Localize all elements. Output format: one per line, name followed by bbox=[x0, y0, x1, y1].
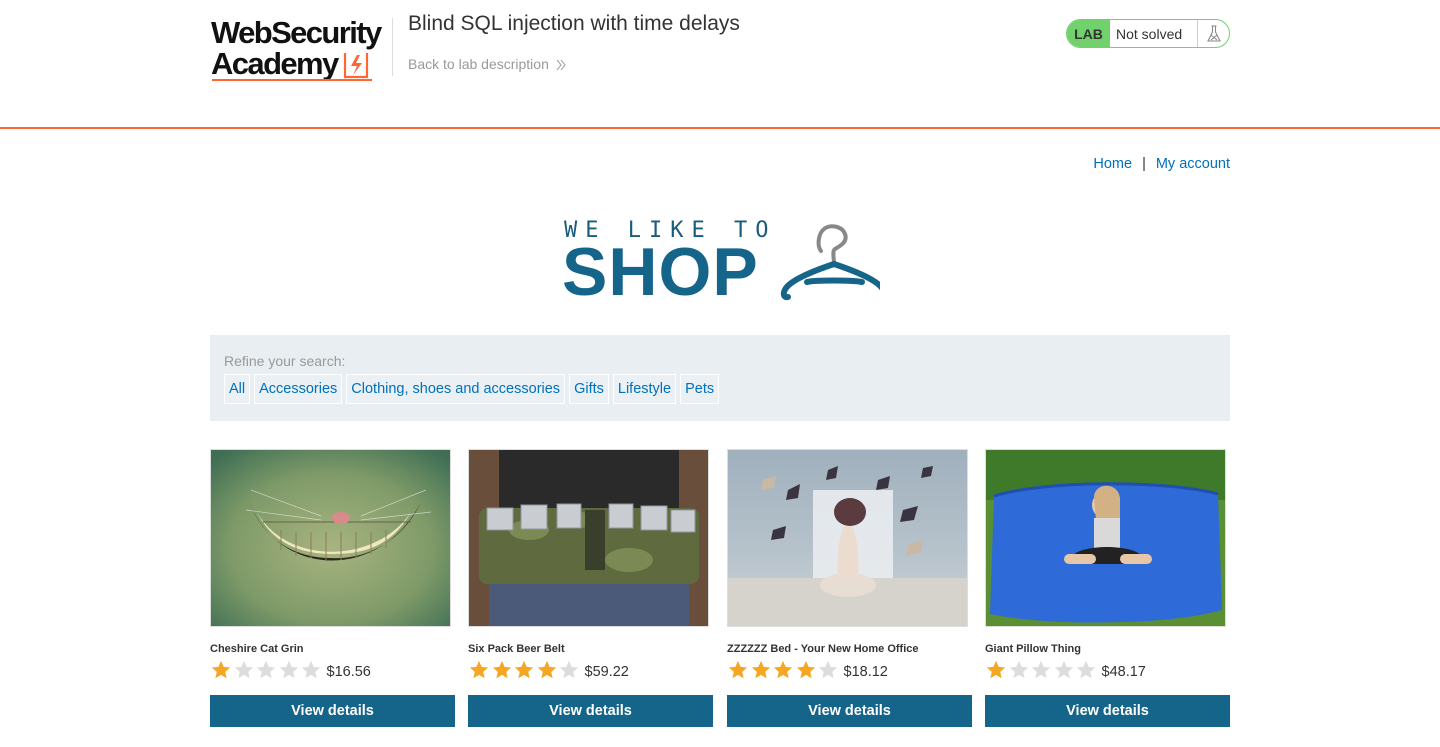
product-rating: $59.22 bbox=[468, 659, 629, 681]
product-image-giant-pillow-thing[interactable] bbox=[985, 449, 1226, 627]
logo-bolt-icon bbox=[343, 53, 369, 79]
lab-badge: LAB bbox=[1067, 20, 1110, 47]
my-account-link[interactable]: My account bbox=[1156, 156, 1230, 172]
academy-header: WebSecurity Academy Blind SQL injection … bbox=[0, 0, 1440, 129]
view-details-button[interactable]: View details bbox=[210, 695, 455, 727]
price-label: $18.12 bbox=[843, 664, 888, 680]
nav-separator: | bbox=[1142, 156, 1146, 172]
star-empty-icon bbox=[1009, 660, 1028, 679]
logo-line2: Academy bbox=[211, 46, 339, 81]
web-security-academy-logo[interactable]: WebSecurity Academy bbox=[211, 17, 391, 83]
flask-icon bbox=[1198, 20, 1229, 47]
banner-shop-word: SHOP bbox=[562, 234, 759, 310]
star-filled-icon bbox=[211, 660, 231, 679]
view-details-button[interactable]: View details bbox=[468, 695, 713, 727]
product-image-zzzzzz-bed[interactable] bbox=[727, 449, 968, 627]
top-nav: Home | My account bbox=[1093, 156, 1230, 172]
product-card: Cheshire Cat Grin $16.56 View details bbox=[210, 449, 455, 727]
product-rating: $16.56 bbox=[210, 659, 371, 681]
star-filled-icon bbox=[986, 660, 1006, 679]
lab-status-widget: LAB Not solved bbox=[1066, 19, 1230, 48]
star-empty-icon bbox=[256, 660, 276, 679]
category-clothing[interactable]: Clothing, shoes and accessories bbox=[346, 374, 566, 404]
product-card: ZZZZZZ Bed - Your New Home Office $18.12… bbox=[727, 449, 972, 727]
product-name: Giant Pillow Thing bbox=[985, 643, 1081, 655]
star-empty-icon bbox=[1054, 660, 1073, 679]
star-empty-icon bbox=[1076, 660, 1096, 679]
product-name: ZZZZZZ Bed - Your New Home Office bbox=[727, 643, 919, 655]
product-name: Six Pack Beer Belt bbox=[468, 643, 565, 655]
product-name: Cheshire Cat Grin bbox=[210, 643, 304, 655]
star-filled-icon bbox=[728, 660, 748, 679]
product-card: Six Pack Beer Belt $59.22 View details bbox=[468, 449, 713, 727]
refine-search-label: Refine your search: bbox=[224, 353, 346, 369]
shop-banner: WE LIKE TO SHOP bbox=[560, 218, 880, 310]
product-card: Giant Pillow Thing $48.17 View details bbox=[985, 449, 1230, 727]
star-filled-icon bbox=[469, 660, 489, 679]
category-all[interactable]: All bbox=[224, 374, 251, 404]
star-empty-icon bbox=[301, 660, 321, 679]
category-accessories[interactable]: Accessories bbox=[254, 374, 343, 404]
star-filled-icon bbox=[796, 660, 815, 679]
star-filled-icon bbox=[773, 660, 793, 679]
header-divider bbox=[392, 18, 393, 76]
home-link[interactable]: Home bbox=[1093, 156, 1132, 172]
logo-line1: WebSecurity bbox=[211, 15, 382, 50]
category-pets[interactable]: Pets bbox=[680, 374, 720, 404]
logo-underline bbox=[212, 79, 372, 81]
lab-state-label: Not solved bbox=[1110, 20, 1198, 47]
star-filled-icon bbox=[514, 660, 534, 679]
category-lifestyle[interactable]: Lifestyle bbox=[612, 374, 677, 404]
star-empty-icon bbox=[234, 660, 253, 679]
lab-title: Blind SQL injection with time delays bbox=[408, 12, 740, 35]
product-rating: $48.17 bbox=[985, 659, 1146, 681]
star-filled-icon bbox=[751, 660, 770, 679]
view-details-button[interactable]: View details bbox=[727, 695, 972, 727]
star-empty-icon bbox=[1031, 660, 1051, 679]
price-label: $48.17 bbox=[1101, 664, 1146, 680]
view-details-button[interactable]: View details bbox=[985, 695, 1230, 727]
star-empty-icon bbox=[818, 660, 838, 679]
back-link-label: Back to lab description bbox=[408, 56, 549, 72]
product-image-six-pack-beer-belt[interactable] bbox=[468, 449, 709, 627]
price-label: $59.22 bbox=[584, 664, 629, 680]
category-filter-list: All Accessories Clothing, shoes and acce… bbox=[224, 374, 720, 404]
price-label: $16.56 bbox=[326, 664, 371, 680]
clothes-hanger-icon bbox=[780, 224, 880, 301]
star-filled-icon bbox=[492, 660, 511, 679]
back-to-lab-description-link[interactable]: Back to lab description bbox=[408, 56, 567, 72]
category-gifts[interactable]: Gifts bbox=[569, 374, 609, 404]
product-image-cheshire-cat-grin[interactable] bbox=[210, 449, 451, 627]
double-chevron-right-icon bbox=[556, 59, 566, 70]
search-filters: Refine your search: All Accessories Clot… bbox=[210, 335, 1230, 421]
star-filled-icon bbox=[537, 660, 556, 679]
star-empty-icon bbox=[559, 660, 579, 679]
product-rating: $18.12 bbox=[727, 659, 888, 681]
star-empty-icon bbox=[279, 660, 298, 679]
